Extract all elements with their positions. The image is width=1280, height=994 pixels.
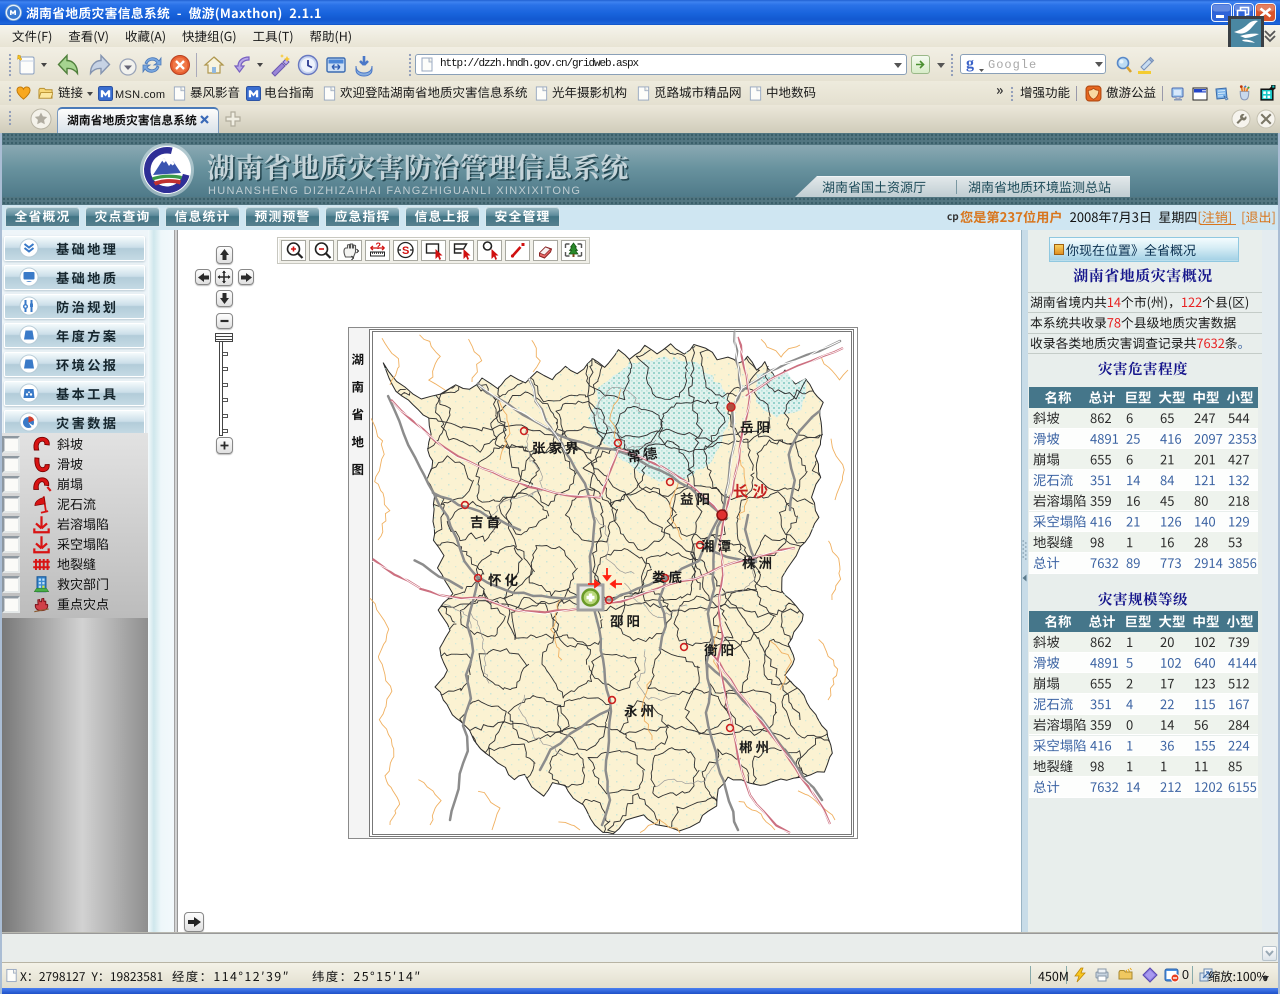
- svg-text:S: S: [402, 245, 409, 257]
- svg-text:?: ?: [376, 241, 382, 251]
